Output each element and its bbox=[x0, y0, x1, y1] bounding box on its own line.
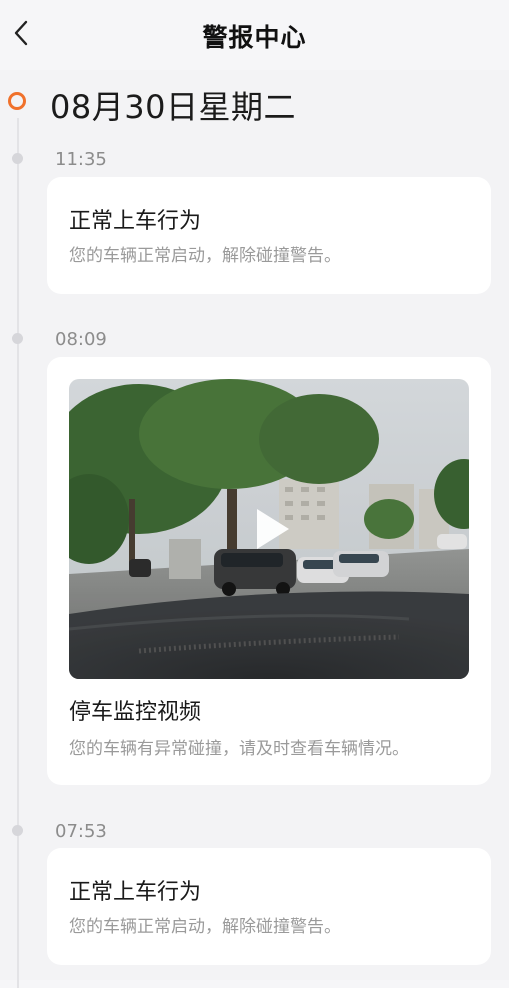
alert-card[interactable]: 正常上车行为 您的车辆正常启动，解除碰撞警告。 bbox=[47, 848, 491, 965]
alert-title: 正常上车行为 bbox=[69, 880, 202, 905]
alert-title: 正常上车行为 bbox=[69, 209, 202, 234]
page-title: 警报中心 bbox=[202, 23, 307, 52]
timeline-dot bbox=[12, 825, 23, 836]
timeline-dot bbox=[12, 333, 23, 344]
parking-video-thumbnail[interactable] bbox=[69, 379, 469, 679]
alert-description: 您的车辆正常启动，解除碰撞警告。 bbox=[69, 246, 341, 266]
alert-description: 您的车辆正常启动，解除碰撞警告。 bbox=[69, 917, 341, 937]
alert-description: 您的车辆有异常碰撞，请及时查看车辆情况。 bbox=[69, 739, 409, 759]
date-marker-icon bbox=[8, 92, 26, 110]
event-time: 08:09 bbox=[55, 329, 107, 350]
alert-card[interactable]: 正常上车行为 您的车辆正常启动，解除碰撞警告。 bbox=[47, 177, 491, 294]
timeline-line bbox=[17, 118, 19, 988]
event-time: 11:35 bbox=[55, 149, 107, 170]
event-time: 07:53 bbox=[55, 821, 107, 842]
play-icon[interactable] bbox=[245, 505, 293, 553]
video-alert-card[interactable]: 停车监控视频 您的车辆有异常碰撞，请及时查看车辆情况。 bbox=[47, 357, 491, 785]
alert-title: 停车监控视频 bbox=[69, 700, 202, 725]
timeline-dot bbox=[12, 153, 23, 164]
date-heading: 08月30日星期二 bbox=[50, 88, 296, 126]
app-header: 警报中心 bbox=[0, 0, 509, 70]
